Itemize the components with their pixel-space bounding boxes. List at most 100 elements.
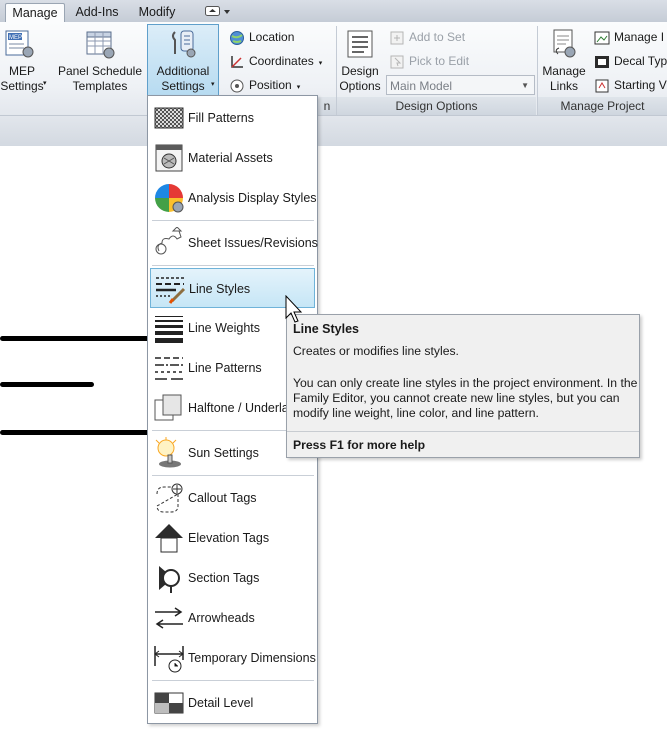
fill-patterns-icon (154, 107, 184, 129)
pick-to-edit-icon (389, 54, 405, 70)
sun-settings-icon (155, 437, 181, 468)
globe-icon (229, 30, 245, 46)
position-icon (229, 78, 245, 94)
design-options-button[interactable]: Design Options (338, 26, 382, 94)
pick-to-edit-label: Pick to Edit (409, 54, 470, 68)
line-styles-icon (156, 277, 186, 304)
tooltip-summary: Creates or modifies line styles. (293, 344, 459, 358)
menu-item-analysis-display-styles[interactable]: Analysis Display Styles (150, 178, 317, 218)
tooltip-detail-line: Family Editor, you cannot create new lin… (293, 391, 620, 405)
menu-item-label: Section Tags (188, 571, 260, 585)
drawn-line[interactable] (0, 336, 150, 341)
decal-types-button[interactable]: Decal Typ (594, 50, 667, 72)
menu-item-label: Detail Level (188, 696, 254, 710)
tooltip-help-footer: Press F1 for more help (287, 431, 639, 459)
design-options-label: Design Options (339, 64, 381, 93)
menu-item-label: Temporary Dimensions (188, 651, 316, 665)
menu-item-label: Sun Settings (188, 446, 259, 460)
analysis-display-styles-icon (155, 184, 184, 213)
menu-separator (152, 265, 314, 266)
menu-item-elevation-tags[interactable]: Elevation Tags (150, 518, 315, 558)
manage-links-label: Manage Links (542, 64, 586, 93)
additional-settings-button[interactable]: Additional Settings ▾ (147, 24, 219, 96)
sheet-issues-icon (155, 227, 183, 255)
tab-modify[interactable]: Modify (130, 3, 184, 22)
menu-item-section-tags[interactable]: Section Tags (150, 558, 315, 598)
design-options-panel-title[interactable]: Design Options (337, 97, 536, 115)
panel-toggle-icon (205, 6, 230, 16)
temporary-dimensions-icon (154, 646, 184, 673)
location-panel-title[interactable]: n (318, 97, 336, 115)
tooltip-detail-line: You can only create line styles in the p… (293, 376, 638, 390)
design-option-selector[interactable]: Main Model ▼ (386, 75, 535, 95)
tab-manage[interactable]: Manage (5, 3, 65, 23)
starting-view-label: Starting V (614, 78, 667, 92)
callout-tags-icon (156, 483, 183, 513)
mep-settings-label: MEP Settings (0, 64, 44, 93)
add-to-set-label: Add to Set (409, 30, 466, 44)
menu-item-detail-level[interactable]: Detail Level (150, 683, 315, 723)
line-weights-icon (155, 316, 183, 343)
menu-item-label: Line Styles (189, 282, 251, 296)
drawn-line[interactable] (0, 430, 150, 435)
pick-to-edit-button[interactable]: Pick to Edit (389, 50, 469, 72)
starting-view-icon (594, 78, 610, 94)
menu-item-label: Line Patterns (188, 361, 262, 375)
ribbon: MEP MEP Settings ▾ Panel Schedule Templa… (0, 22, 667, 115)
menu-item-temporary-dimensions[interactable]: Temporary Dimensions (150, 638, 316, 678)
detail-level-icon (154, 692, 184, 714)
menu-item-material-assets[interactable]: Material Assets (150, 138, 315, 178)
coordinates-button[interactable]: Coordinates ▾ (229, 50, 322, 72)
manage-images-label: Manage I (614, 30, 665, 44)
panel-schedule-templates-button[interactable]: Panel Schedule Templates (57, 26, 143, 94)
additional-settings-icon (172, 30, 196, 58)
menu-item-label: Material Assets (188, 151, 273, 165)
menu-item-callout-tags[interactable]: Callout Tags (150, 478, 315, 518)
decal-icon (594, 54, 610, 70)
dropdown-arrow-icon: ▾ (296, 84, 301, 91)
menu-separator (152, 220, 314, 221)
coordinates-icon (229, 54, 245, 70)
dropdown-arrow-icon: ▾ (43, 80, 47, 87)
arrowheads-icon (155, 607, 183, 629)
menu-item-arrowheads[interactable]: Arrowheads (150, 598, 315, 638)
tooltip-help-text: Press F1 for more help (293, 438, 426, 452)
manage-images-button[interactable]: Manage I (594, 26, 664, 48)
starting-view-button[interactable]: Starting V (594, 74, 667, 96)
decal-types-label: Decal Typ (614, 54, 667, 68)
section-tags-icon (159, 566, 180, 593)
menu-item-label: Fill Patterns (188, 111, 254, 125)
design-option-value: Main Model (390, 79, 453, 93)
coordinates-label: Coordinates (249, 54, 314, 68)
menu-item-label: Elevation Tags (188, 531, 270, 545)
tab-add-ins[interactable]: Add-Ins (68, 3, 126, 22)
manage-project-panel-title[interactable]: Manage Project (538, 97, 667, 115)
position-label: Position (249, 78, 292, 92)
line-styles-tooltip: Line Styles Creates or modifies line sty… (286, 314, 640, 458)
options-bar (0, 115, 667, 147)
menu-separator (152, 475, 314, 476)
position-button[interactable]: Position ▾ (229, 74, 300, 96)
drawn-line[interactable] (0, 382, 94, 387)
ribbon-display-toggle[interactable] (205, 5, 233, 18)
mep-settings-button[interactable]: MEP MEP Settings ▾ (0, 26, 47, 94)
manage-links-button[interactable]: Manage Links (540, 26, 588, 94)
elevation-tags-icon (155, 524, 183, 553)
add-to-set-icon (389, 30, 405, 46)
location-button[interactable]: Location (229, 26, 294, 48)
menu-item-fill-patterns[interactable]: Fill Patterns (150, 98, 315, 138)
svg-text:MEP: MEP (9, 35, 22, 41)
dropdown-arrow-icon: ▾ (211, 81, 215, 88)
mouse-cursor-icon (285, 295, 303, 323)
ribbon-tab-bar: Manage Add-Ins Modify (0, 0, 667, 23)
chevron-down-icon: ▼ (521, 81, 529, 90)
add-to-set-button[interactable]: Add to Set (389, 26, 465, 48)
menu-item-sheet-issues[interactable]: Sheet Issues/Revisions (150, 223, 318, 263)
menu-item-label: Arrowheads (188, 611, 255, 625)
halftone-icon (154, 394, 182, 421)
menu-item-label: Sheet Issues/Revisions (188, 236, 318, 250)
menu-item-label: Analysis Display Styles (188, 191, 317, 205)
dropdown-arrow-icon: ▾ (318, 60, 323, 67)
design-options-icon (347, 30, 373, 58)
line-patterns-icon (155, 357, 183, 380)
